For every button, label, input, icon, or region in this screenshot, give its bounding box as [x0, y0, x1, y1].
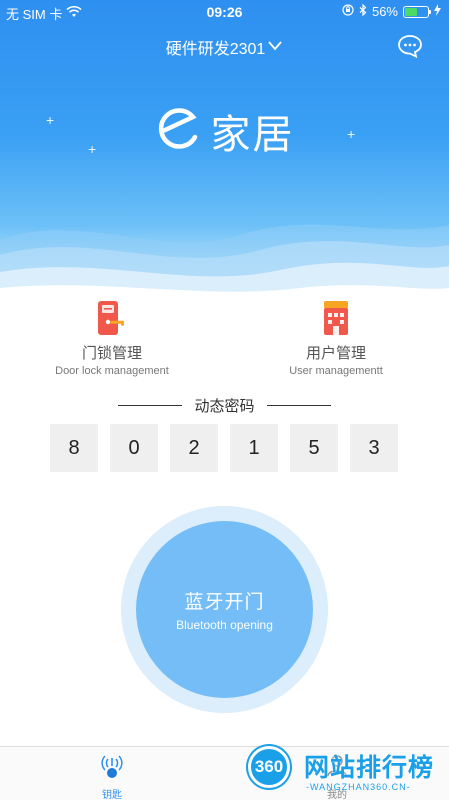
hero-banner: 无 SIM 卡 09:26 56% 硬件研发2301 家居 + + + — [0, 0, 449, 300]
door-lock-management-button[interactable]: 门锁管理 Door lock management — [22, 300, 202, 377]
password-digit: 1 — [230, 424, 278, 472]
menu-sublabel: Door lock management — [55, 365, 169, 377]
project-selector[interactable]: 硬件研发2301 — [0, 35, 449, 59]
signal-key-icon — [98, 755, 126, 783]
password-digits: 8 0 2 1 5 3 — [50, 424, 398, 472]
watermark-badge: 360 — [248, 746, 290, 788]
e-logo-icon — [155, 105, 203, 158]
menu-label: 用户管理 — [305, 345, 366, 362]
password-digit: 2 — [170, 424, 218, 472]
project-title: 硬件研发2301 — [165, 41, 266, 58]
menu-sublabel: User managementt — [289, 365, 383, 377]
watermark-subtext: -WANGZHAN360.CN- — [306, 782, 411, 792]
password-digit: 3 — [350, 424, 398, 472]
divider — [266, 405, 331, 406]
logo-text: 家居 — [210, 113, 295, 157]
password-digit: 8 — [50, 424, 98, 472]
user-building-icon — [321, 300, 351, 336]
management-menu: 门锁管理 Door lock management 用户管理 User mana… — [0, 300, 449, 385]
chevron-down-icon — [267, 38, 283, 56]
door-lock-icon — [97, 300, 127, 336]
sparkle-icon: + — [46, 112, 55, 128]
bluetooth-open-button[interactable]: 蓝牙开门 Bluetooth opening — [136, 521, 313, 698]
sparkle-icon: + — [347, 126, 356, 142]
tab-label: 钥匙 — [102, 790, 122, 800]
dynamic-password-title: 动态密码 — [194, 398, 255, 415]
orientation-lock-icon — [342, 4, 354, 19]
dynamic-password-heading: 动态密码 — [0, 395, 449, 416]
wave-decoration — [0, 224, 449, 300]
sparkle-icon: + — [88, 141, 97, 157]
divider — [118, 405, 183, 406]
app-logo: 家居 — [0, 102, 449, 160]
battery-percent: 56% — [371, 4, 398, 19]
status-bar: 无 SIM 卡 09:26 56% — [0, 0, 449, 24]
charging-icon — [434, 4, 441, 19]
password-digit: 0 — [110, 424, 158, 472]
bluetooth-button-label: 蓝牙开门 — [184, 592, 265, 613]
battery-icon — [403, 5, 431, 18]
bluetooth-icon — [359, 3, 367, 19]
tab-keys[interactable]: 钥匙 — [82, 751, 142, 800]
menu-label: 门锁管理 — [81, 345, 142, 362]
chat-bubble-icon[interactable] — [397, 34, 423, 59]
password-digit: 5 — [290, 424, 338, 472]
site-watermark: 360 网站排行榜 -WANGZHAN360.CN- — [244, 744, 449, 800]
watermark-text: 网站排行榜 — [304, 754, 435, 782]
user-management-button[interactable]: 用户管理 User managementt — [246, 300, 426, 377]
bluetooth-button-sublabel: Bluetooth opening — [176, 618, 273, 632]
